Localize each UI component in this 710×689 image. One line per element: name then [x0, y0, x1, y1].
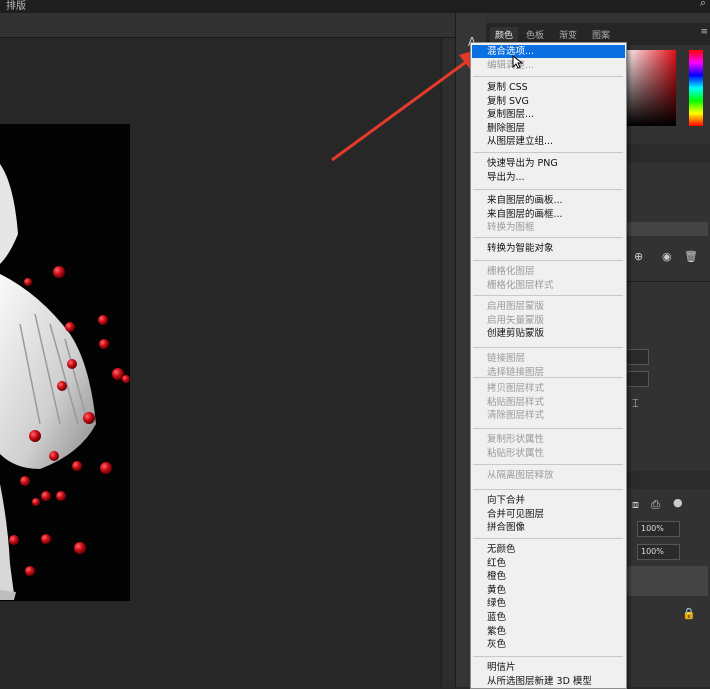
menu-item[interactable]: 快速导出为 PNG — [472, 157, 625, 170]
menu-separator — [473, 295, 623, 296]
menu-item[interactable]: 创建剪贴蒙版 — [472, 327, 625, 340]
menu-separator — [473, 377, 623, 378]
menu-separator — [473, 260, 623, 261]
menu-separator — [473, 76, 623, 77]
mouse-cursor-icon — [512, 55, 524, 69]
menu-item[interactable]: 复制形状属性 — [472, 433, 625, 446]
menu-item[interactable]: 合并可见图层 — [472, 508, 625, 521]
menu-item[interactable]: 复制 SVG — [472, 95, 625, 108]
menu-item[interactable]: 红色 — [472, 557, 625, 570]
menu-item[interactable]: 栅格化图层样式 — [472, 279, 625, 292]
menu-separator — [473, 464, 623, 465]
menu-item[interactable]: 转换为智能对象 — [472, 242, 625, 255]
menu-item[interactable]: 粘贴形状属性 — [472, 447, 625, 460]
menu-separator — [473, 538, 623, 539]
menu-separator — [473, 347, 623, 348]
menu-item[interactable]: 拼合图像 — [472, 521, 625, 534]
menu-item[interactable]: 从图层建立组... — [472, 135, 625, 148]
menu-item[interactable]: 紫色 — [472, 625, 625, 638]
menu-item[interactable]: 栅格化图层 — [472, 265, 625, 278]
menu-item[interactable]: 来自图层的画框... — [472, 208, 625, 221]
menu-item[interactable]: 明信片 — [472, 661, 625, 674]
menu-item[interactable]: 从隔离图层释放 — [472, 469, 625, 482]
layer-context-menu: 混合选项... 编辑调整... 复制 CSS 复制 SVG 复制图层... 删除图层 从图层… — [470, 42, 627, 689]
menu-item[interactable]: 橙色 — [472, 570, 625, 583]
menu-item[interactable]: 绿色 — [472, 597, 625, 610]
menu-item[interactable]: 复制图层... — [472, 108, 625, 121]
menu-item[interactable]: 灰色 — [472, 638, 625, 651]
menu-item[interactable]: 启用图层蒙版 — [472, 300, 625, 313]
menu-separator — [473, 189, 623, 190]
menu-separator — [473, 656, 623, 657]
menu-item[interactable]: 删除图层 — [472, 122, 625, 135]
menu-item[interactable]: 拷贝图层样式 — [472, 382, 625, 395]
menu-item[interactable]: 从所选图层新建 3D 模型 — [472, 675, 625, 688]
menu-item[interactable]: 黄色 — [472, 584, 625, 597]
menu-item[interactable]: 转换为图框 — [472, 221, 625, 234]
menu-item[interactable]: 混合选项... — [472, 45, 625, 58]
menu-item[interactable]: 复制 CSS — [472, 81, 625, 94]
menu-separator — [473, 489, 623, 490]
menu-item[interactable]: 清除图层样式 — [472, 409, 625, 422]
menu-separator — [473, 152, 623, 153]
menu-item[interactable]: 导出为... — [472, 171, 625, 184]
menu-item[interactable]: 来自图层的画板... — [472, 194, 625, 207]
menu-separator — [473, 428, 623, 429]
menu-item[interactable]: 无颜色 — [472, 543, 625, 556]
menu-item[interactable]: 启用矢量蒙版 — [472, 314, 625, 327]
menu-item[interactable]: 向下合并 — [472, 494, 625, 507]
menu-item[interactable]: 粘贴图层样式 — [472, 396, 625, 409]
menu-item[interactable]: 链接图层 — [472, 352, 625, 365]
menu-item[interactable]: 蓝色 — [472, 611, 625, 624]
menu-item[interactable]: 编辑调整... — [472, 59, 625, 72]
menu-separator — [473, 237, 623, 238]
